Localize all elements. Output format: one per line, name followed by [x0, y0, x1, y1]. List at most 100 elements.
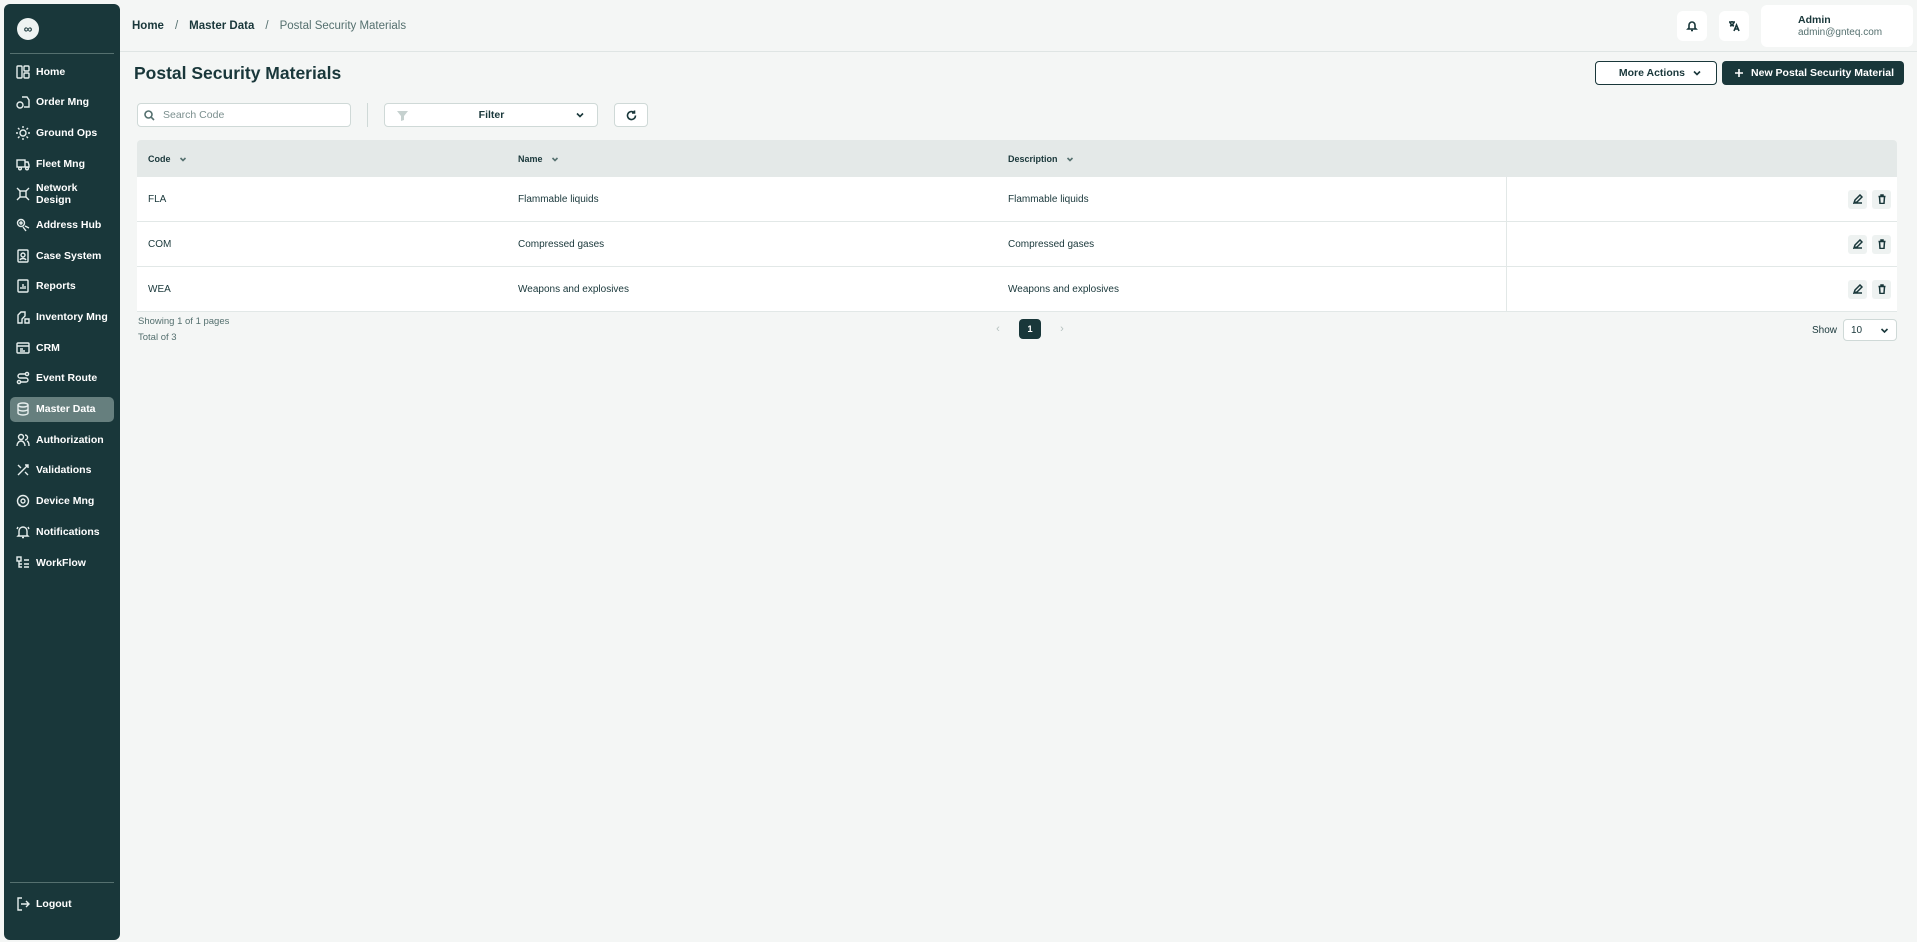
- home-icon: [16, 64, 30, 79]
- sidebar-item-order-mng[interactable]: Order Mng: [10, 90, 114, 115]
- trash-icon: [1878, 194, 1885, 204]
- breadcrumb-separator: /: [265, 19, 269, 32]
- main-content: Postal Security Materials More Actions N…: [134, 52, 1904, 346]
- chevron-down-icon: [1880, 327, 1889, 333]
- reports-icon: [16, 279, 30, 294]
- page-size-select[interactable]: 10: [1843, 319, 1897, 341]
- sidebar-item-notifications[interactable]: Notifications: [10, 519, 114, 544]
- sidebar-item-device-mng[interactable]: Device Mng: [10, 489, 114, 514]
- language-button[interactable]: [1719, 10, 1749, 41]
- filter-dropdown[interactable]: Filter: [384, 103, 598, 127]
- page-size-control: Show 10: [1812, 319, 1897, 341]
- sidebar-item-home[interactable]: Home: [10, 59, 114, 84]
- cell-code: WEA: [148, 283, 171, 295]
- edit-button[interactable]: [1848, 279, 1867, 299]
- chevron-down-icon: [179, 156, 186, 162]
- address-icon: [16, 218, 30, 232]
- search-input[interactable]: [163, 109, 343, 121]
- device-icon: [16, 494, 30, 508]
- sidebar-item-network-design[interactable]: Network Design: [10, 182, 114, 207]
- sidebar-item-ground-ops[interactable]: Ground Ops: [10, 120, 114, 145]
- cell-name: Flammable liquids: [518, 193, 599, 205]
- chevron-down-icon: [551, 156, 558, 162]
- table-body: FLA Flammable liquids Flammable liquids …: [137, 177, 1897, 312]
- sidebar-item-label: CRM: [36, 341, 60, 354]
- sidebar-item-validations[interactable]: Validations: [10, 458, 114, 483]
- cell-name: Compressed gases: [518, 238, 605, 250]
- pagination-info: Showing 1 of 1 pages Total of 3: [138, 314, 229, 346]
- sidebar-item-label: Event Route: [36, 372, 98, 385]
- page-title: Postal Security Materials: [134, 62, 342, 83]
- user-email: admin@gnteq.com: [1798, 26, 1883, 38]
- delete-button[interactable]: [1872, 189, 1891, 209]
- header-actions: Admin admin@gnteq.com: [1677, 4, 1913, 47]
- case-icon: [16, 248, 30, 263]
- breadcrumb: Home / Master Data / Postal Security Mat…: [120, 20, 406, 32]
- showing-text: Showing 1 of 1 pages: [138, 316, 230, 327]
- pencil-icon: [1852, 194, 1863, 204]
- sidebar-item-workflow[interactable]: WorkFlow: [10, 550, 114, 575]
- translate-icon: [1729, 20, 1740, 31]
- cell-code: FLA: [148, 193, 167, 205]
- column-header-description[interactable]: Description: [1008, 154, 1506, 164]
- sidebar-item-label: Order Mng: [36, 96, 90, 109]
- cell-code: COM: [148, 238, 172, 250]
- search-icon: [144, 109, 155, 121]
- sidebar-nav: Home Order Mng Ground Ops Fleet Mng Netw…: [4, 54, 120, 882]
- sidebar-item-event-route[interactable]: Event Route: [10, 366, 114, 391]
- app-logo[interactable]: ∞: [17, 17, 39, 40]
- ground-ops-icon: [16, 125, 30, 140]
- chevron-down-icon: [1693, 70, 1701, 76]
- sidebar-item-label: Network Design: [36, 182, 78, 207]
- sidebar-item-crm[interactable]: CRM: [10, 335, 114, 360]
- delete-button[interactable]: [1872, 234, 1891, 254]
- users-icon: [16, 433, 30, 447]
- sidebar-item-reports[interactable]: Reports: [10, 274, 114, 299]
- sidebar-item-master-data[interactable]: Master Data: [10, 396, 114, 422]
- new-button-label: New Postal Security Material: [1751, 67, 1894, 79]
- cell-description: Flammable liquids: [1008, 193, 1089, 205]
- row-actions: [1506, 177, 1897, 221]
- column-header-name[interactable]: Name: [518, 154, 1008, 164]
- trash-icon: [1878, 239, 1885, 249]
- sidebar-item-address-hub[interactable]: Address Hub: [10, 212, 114, 237]
- sidebar-item-label: Authorization: [36, 433, 104, 446]
- refresh-icon: [626, 110, 636, 120]
- prev-page-button[interactable]: ‹: [990, 323, 1006, 335]
- breadcrumb-master-data[interactable]: Master Data: [189, 20, 254, 32]
- logout-button[interactable]: Logout: [10, 897, 114, 911]
- column-header-label: Description: [1008, 153, 1058, 164]
- edit-button[interactable]: [1848, 189, 1867, 209]
- notifications-button[interactable]: [1677, 10, 1707, 41]
- title-actions: More Actions New Postal Security Materia…: [1594, 61, 1904, 85]
- column-header-code[interactable]: Code: [137, 154, 518, 164]
- sidebar-item-inventory-mng[interactable]: Inventory Mng: [10, 305, 114, 330]
- refresh-button[interactable]: [614, 103, 648, 127]
- user-menu[interactable]: Admin admin@gnteq.com: [1761, 4, 1913, 47]
- sidebar-item-authorization[interactable]: Authorization: [10, 427, 114, 452]
- pencil-icon: [1852, 284, 1863, 294]
- workflow-icon: [16, 555, 30, 570]
- bell-icon: [16, 525, 30, 539]
- edit-button[interactable]: [1848, 234, 1867, 254]
- table-row: WEA Weapons and explosives Weapons and e…: [137, 267, 1897, 312]
- sidebar-item-label: Ground Ops: [36, 126, 98, 139]
- new-postal-security-material-button[interactable]: New Postal Security Material: [1722, 61, 1904, 85]
- pencil-icon: [1852, 239, 1863, 249]
- breadcrumb-separator: /: [174, 19, 179, 32]
- inventory-icon: [16, 310, 30, 324]
- next-page-button[interactable]: ›: [1054, 323, 1070, 335]
- row-actions: [1506, 222, 1897, 266]
- logout-icon: [17, 897, 30, 911]
- column-header-label: Code: [148, 153, 171, 164]
- sidebar-item-case-system[interactable]: Case System: [10, 243, 114, 268]
- page-button-current[interactable]: 1: [1019, 319, 1041, 339]
- breadcrumb-home[interactable]: Home: [132, 20, 164, 32]
- route-icon: [16, 371, 30, 385]
- column-header-actions: [1506, 140, 1897, 177]
- more-actions-button[interactable]: More Actions: [1594, 61, 1718, 85]
- sidebar-item-fleet-mng[interactable]: Fleet Mng: [10, 151, 114, 176]
- row-actions: [1506, 267, 1897, 311]
- delete-button[interactable]: [1872, 279, 1891, 299]
- cell-description: Weapons and explosives: [1008, 283, 1119, 295]
